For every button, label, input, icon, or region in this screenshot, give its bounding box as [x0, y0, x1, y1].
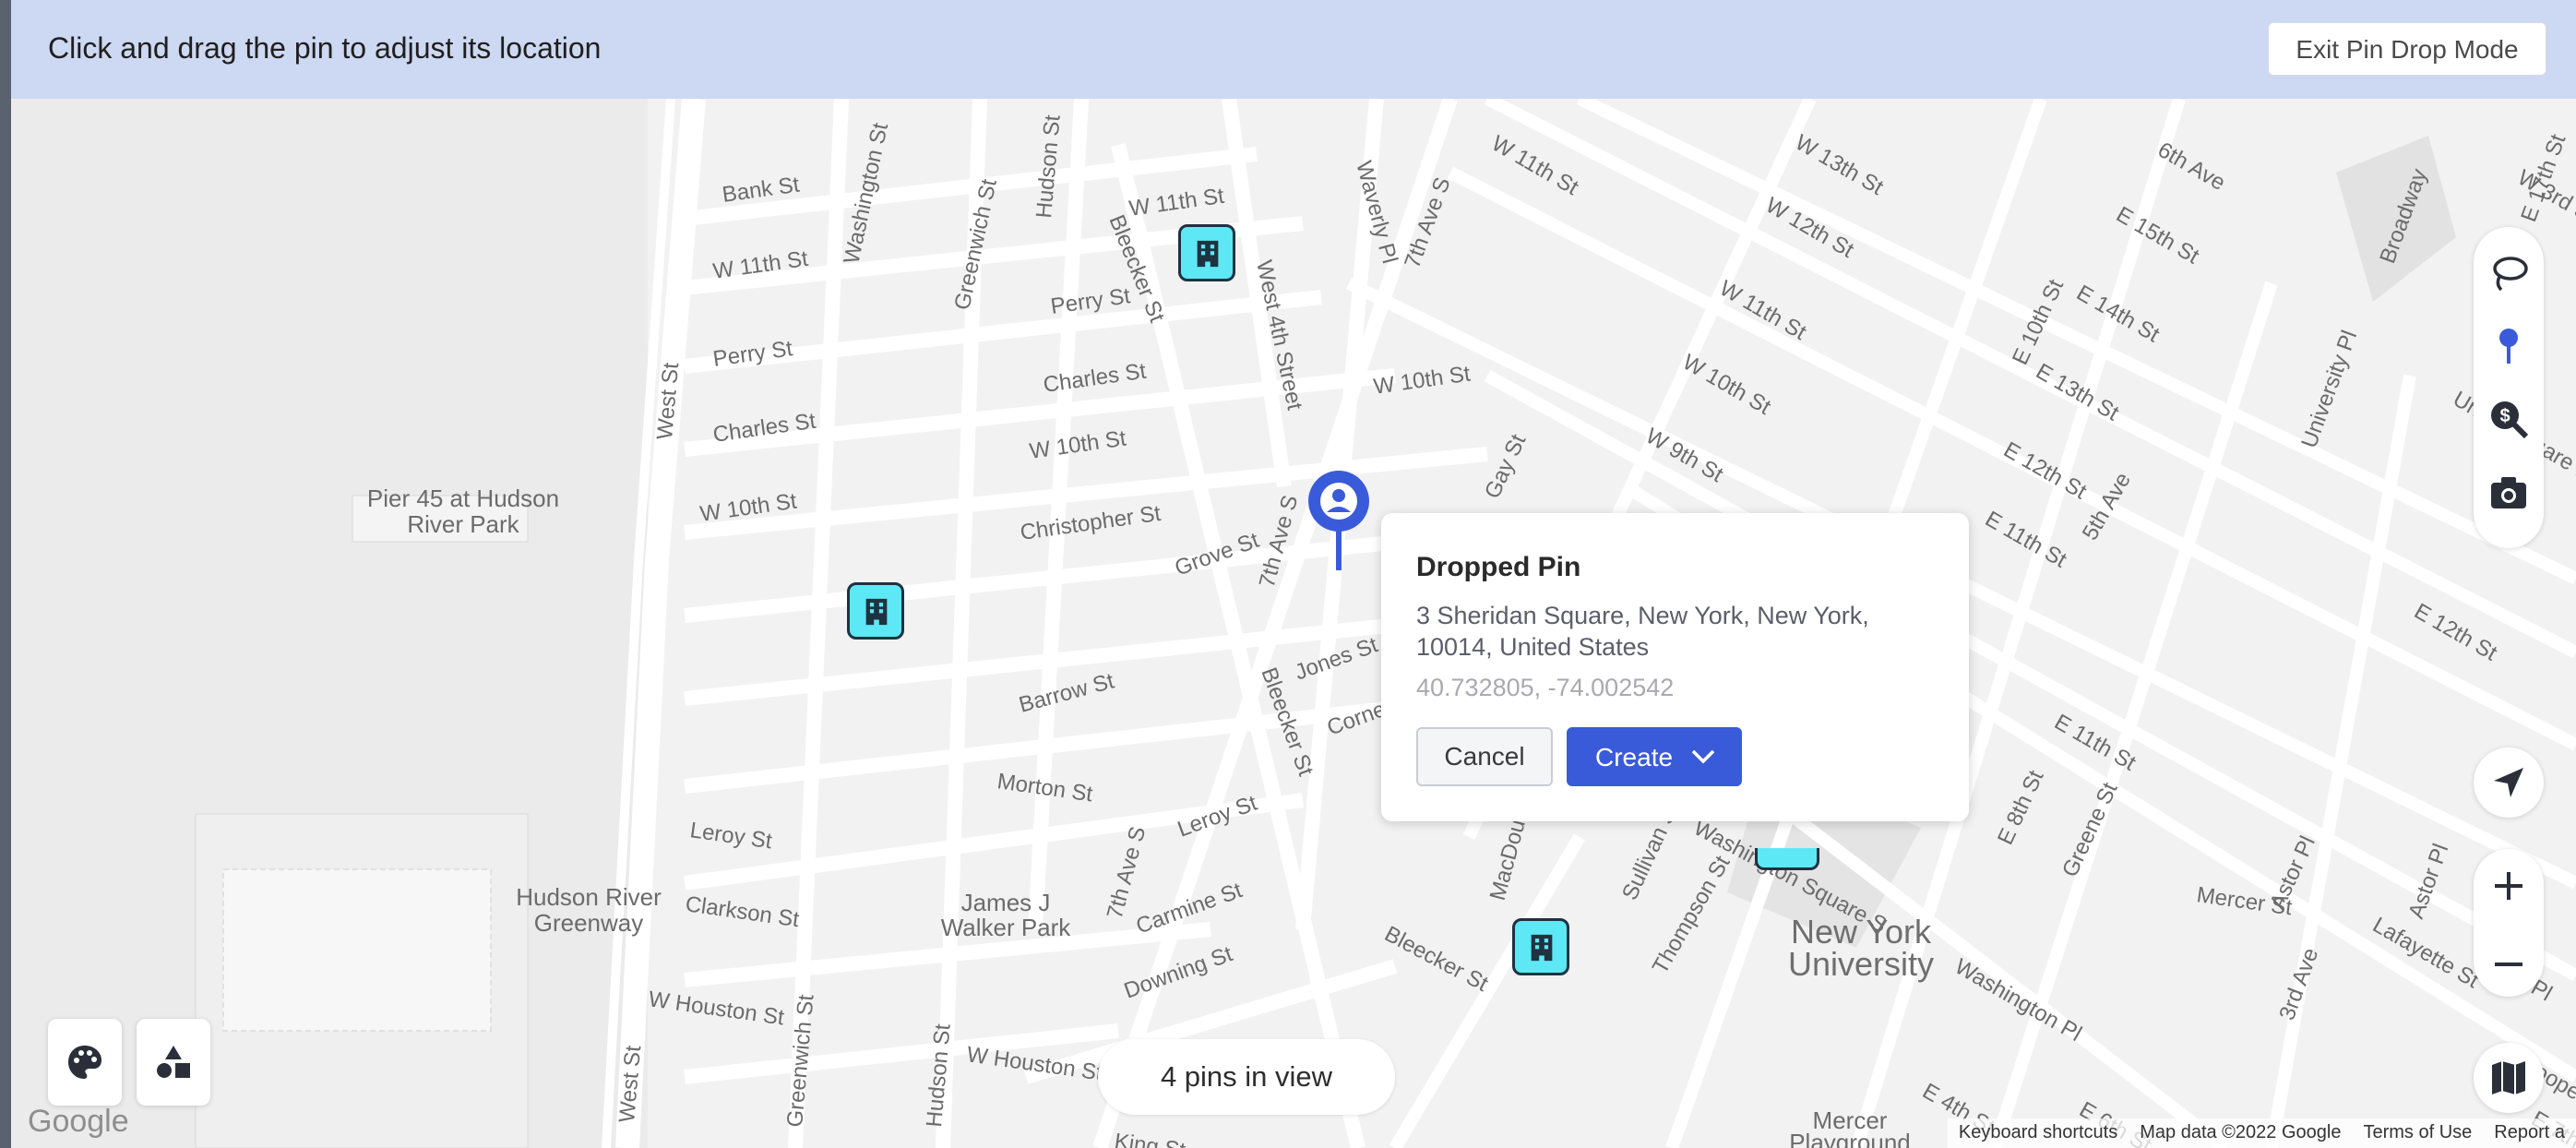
place-label: University	[1788, 945, 1934, 983]
palette-icon	[68, 1046, 101, 1079]
zoom-in-button[interactable]	[2474, 849, 2544, 923]
chevron-down-icon	[1691, 749, 1715, 764]
popup-title: Dropped Pin	[1416, 552, 1581, 582]
lasso-icon	[2493, 257, 2528, 292]
plus-icon	[2495, 872, 2522, 900]
map-icon	[2492, 1061, 2525, 1094]
minus-icon	[2495, 963, 2522, 966]
pin-icon	[1308, 471, 1369, 570]
place-label: River Park	[407, 510, 519, 538]
zoom-out-button[interactable]	[2474, 923, 2544, 997]
locate-me-button[interactable]	[2474, 747, 2544, 818]
search-dollar-icon: $	[2491, 401, 2529, 439]
place-label: Walker Park	[941, 914, 1072, 941]
banner-instruction: Click and drag the pin to adjust its loc…	[48, 31, 602, 65]
left-edge	[0, 0, 11, 1148]
search-dollar-tool[interactable]: $	[2488, 399, 2529, 439]
google-logo: Google	[28, 1104, 129, 1139]
building-marker[interactable]	[1178, 224, 1235, 281]
camera-icon	[2491, 477, 2526, 508]
create-button[interactable]: Create	[1567, 727, 1742, 786]
building-icon	[1197, 240, 1219, 268]
zoom-controls	[2474, 849, 2544, 997]
pin-tool[interactable]	[2488, 325, 2529, 365]
camera-tool[interactable]	[2488, 472, 2529, 513]
building-marker[interactable]	[1755, 848, 1819, 870]
map-type-button[interactable]	[2474, 1043, 2544, 1113]
pin-icon	[2499, 329, 2518, 364]
popup-address: 3 Sheridan Square, New York, New York, 1…	[1416, 602, 1869, 661]
style-button[interactable]	[48, 1019, 122, 1106]
place-label: Pier 45 at Hudson	[367, 484, 559, 512]
cancel-button[interactable]: Cancel	[1416, 727, 1553, 786]
building-marker[interactable]	[847, 582, 904, 640]
keyboard-shortcuts-link[interactable]: Keyboard shortcuts	[1948, 1118, 2129, 1148]
map-attribution: Keyboard shortcuts Map data ©2022 Google…	[1947, 1118, 2576, 1148]
create-button-label: Create	[1595, 743, 1674, 771]
building-marker[interactable]	[1512, 918, 1569, 975]
pins-in-view-badge: 4 pins in view	[1098, 1039, 1395, 1115]
svg-text:$: $	[2499, 406, 2510, 426]
map-canvas[interactable]: Bethune StBank StW 11th StPerry StCharle…	[11, 99, 2576, 1148]
dropped-pin-marker[interactable]	[1306, 469, 1371, 570]
map-background[interactable]: Bethune StBank StW 11th StPerry StCharle…	[11, 99, 2576, 1148]
map-data-text: Map data ©2022 Google	[2140, 1122, 2342, 1142]
building-icon	[1531, 934, 1553, 962]
pin-drop-banner: Click and drag the pin to adjust its loc…	[11, 0, 2576, 99]
place-label: Greenway	[534, 909, 644, 937]
lasso-tool[interactable]	[2488, 253, 2529, 293]
place-label: Hudson River	[516, 883, 662, 911]
shapes-button[interactable]	[137, 1019, 210, 1106]
place-label: James J	[961, 889, 1051, 916]
navigate-arrow-icon	[2494, 768, 2523, 797]
dropped-pin-popup: Dropped Pin 3 Sheridan Square, New York,…	[1381, 513, 1969, 821]
exit-pin-drop-button[interactable]: Exit Pin Drop Mode	[2268, 22, 2546, 76]
map-toolbar: $	[2474, 227, 2544, 548]
terms-of-use-link[interactable]: Terms of Use	[2352, 1118, 2483, 1148]
report-link[interactable]: Report a	[2483, 1118, 2576, 1148]
shapes-icon	[157, 1046, 190, 1078]
place-label: Playground	[1789, 1129, 1911, 1148]
popup-coordinates: 40.732805, -74.002542	[1416, 674, 1675, 701]
building-icon	[865, 598, 888, 626]
